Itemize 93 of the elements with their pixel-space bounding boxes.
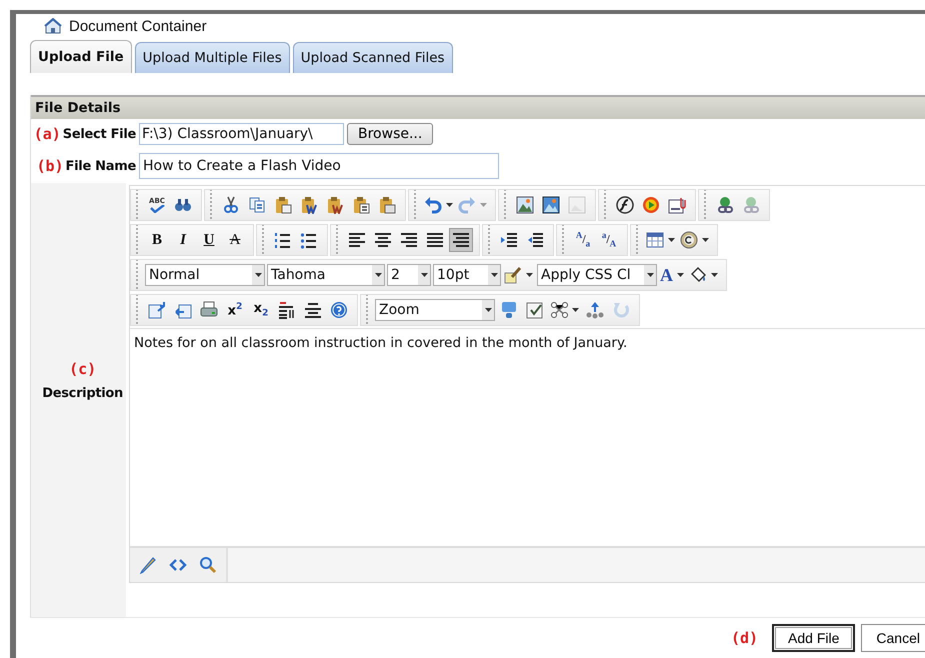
annotation-marker: (a) bbox=[34, 125, 61, 143]
printer-icon bbox=[200, 301, 218, 319]
image-icon bbox=[542, 196, 560, 214]
paint-bucket-icon bbox=[689, 266, 707, 284]
caret-icon bbox=[677, 273, 684, 277]
field-label: Description bbox=[42, 386, 123, 400]
caret-icon bbox=[572, 308, 579, 312]
pencil-icon bbox=[139, 556, 157, 574]
font-color-button[interactable]: A bbox=[659, 263, 686, 287]
align-none-button[interactable] bbox=[449, 228, 473, 252]
copyright-icon bbox=[680, 231, 698, 249]
caret-icon bbox=[484, 308, 492, 312]
help-icon bbox=[330, 301, 348, 319]
link-icon bbox=[742, 196, 760, 214]
caret-icon bbox=[646, 273, 654, 277]
network-icon bbox=[550, 301, 568, 319]
section-header: File Details bbox=[31, 95, 925, 119]
tab[interactable]: Upload Scanned Files bbox=[292, 42, 453, 73]
play-icon bbox=[642, 196, 660, 214]
subscript-button[interactable]: x$_{2}$ bbox=[249, 298, 273, 322]
undo-icon bbox=[424, 196, 442, 214]
caret-icon bbox=[526, 273, 533, 277]
house-icon bbox=[44, 18, 62, 34]
window-title: Document Container bbox=[69, 18, 207, 34]
bold-button[interactable]: B bbox=[145, 228, 169, 252]
attachment-icon bbox=[668, 196, 686, 214]
align-center-icon bbox=[374, 231, 392, 249]
magnifier-icon bbox=[199, 556, 217, 574]
table-icon bbox=[646, 231, 664, 249]
caret-icon bbox=[702, 238, 709, 242]
clipboard-icon bbox=[300, 196, 318, 214]
dropdown-select[interactable]: 10pt bbox=[433, 264, 501, 286]
clipboard-icon bbox=[352, 196, 370, 214]
image-icon bbox=[516, 196, 534, 214]
dropdown-select[interactable]: 2 bbox=[387, 264, 431, 286]
image-icon bbox=[568, 196, 586, 214]
clipboard-icon bbox=[378, 196, 396, 214]
strikethrough-button[interactable]: A bbox=[223, 228, 247, 252]
caret-icon bbox=[490, 273, 498, 277]
dropdown-select[interactable]: Apply CSS Cl bbox=[537, 264, 657, 286]
file-name-field[interactable]: How to Create a Flash Video bbox=[139, 153, 499, 179]
copy-icon bbox=[248, 196, 266, 214]
redo-icon bbox=[458, 196, 476, 214]
tab[interactable]: Upload Multiple Files bbox=[134, 42, 290, 73]
justify-icon bbox=[426, 231, 444, 249]
template-icon bbox=[148, 301, 166, 319]
caret-icon bbox=[668, 238, 675, 242]
file-path-field[interactable]: F:\3) Classroom\January\ bbox=[139, 123, 344, 145]
brush-icon bbox=[504, 266, 522, 284]
annotation-marker: (d) bbox=[730, 629, 758, 647]
outdent-icon bbox=[526, 231, 544, 249]
align-none-icon bbox=[452, 231, 470, 249]
font-shrink-button[interactable]: $^{a}$/$_{A}$ bbox=[597, 228, 621, 252]
refresh-icon bbox=[612, 301, 630, 319]
action-button[interactable]: Cancel bbox=[861, 624, 925, 652]
check-icon bbox=[149, 204, 165, 212]
annotation-marker: (c) bbox=[69, 360, 96, 378]
clipboard-icon bbox=[274, 196, 292, 214]
caret-icon bbox=[420, 273, 428, 277]
scissors-icon bbox=[222, 196, 240, 214]
tree-icon bbox=[586, 301, 604, 319]
editor-content: Notes for on all classroom instruction in covered in the month of January. bbox=[134, 335, 628, 351]
underline-button[interactable]: U bbox=[197, 228, 221, 252]
numbered-list-icon bbox=[274, 231, 292, 249]
superscript-button[interactable]: x$^{2}$ bbox=[223, 298, 247, 322]
annotation-marker: (b) bbox=[36, 157, 64, 175]
field-label: File Name bbox=[66, 158, 136, 174]
caret-icon bbox=[254, 273, 262, 277]
font-grow-button[interactable]: $^{A}$/$_{a}$ bbox=[571, 228, 595, 252]
italic-button[interactable]: I bbox=[171, 228, 195, 252]
dropdown-select[interactable]: Zoom bbox=[375, 299, 495, 321]
link-icon bbox=[716, 196, 734, 214]
align-left-icon bbox=[348, 231, 366, 249]
action-button[interactable]: Add File bbox=[772, 624, 856, 652]
bulleted-list-icon bbox=[300, 231, 318, 249]
clipboard-icon bbox=[326, 196, 344, 214]
binoculars-icon bbox=[174, 196, 192, 214]
checkbox-icon bbox=[526, 301, 544, 319]
caret-icon bbox=[711, 273, 718, 277]
dropdown-select[interactable]: Normal bbox=[145, 264, 265, 286]
paragraph-icon bbox=[278, 301, 296, 319]
field-label: Select File bbox=[62, 126, 136, 142]
caret-icon bbox=[480, 203, 487, 207]
format-block-icon bbox=[304, 301, 322, 319]
tab[interactable]: Upload File bbox=[30, 40, 132, 73]
browse-button[interactable]: Browse... bbox=[347, 123, 434, 145]
monitor-icon bbox=[500, 301, 518, 319]
dropdown-select[interactable]: Tahoma bbox=[267, 264, 385, 286]
indent-icon bbox=[500, 231, 518, 249]
caret-icon bbox=[446, 203, 453, 207]
align-right-icon bbox=[400, 231, 418, 249]
flash-icon bbox=[616, 196, 634, 214]
caret-icon bbox=[374, 273, 382, 277]
